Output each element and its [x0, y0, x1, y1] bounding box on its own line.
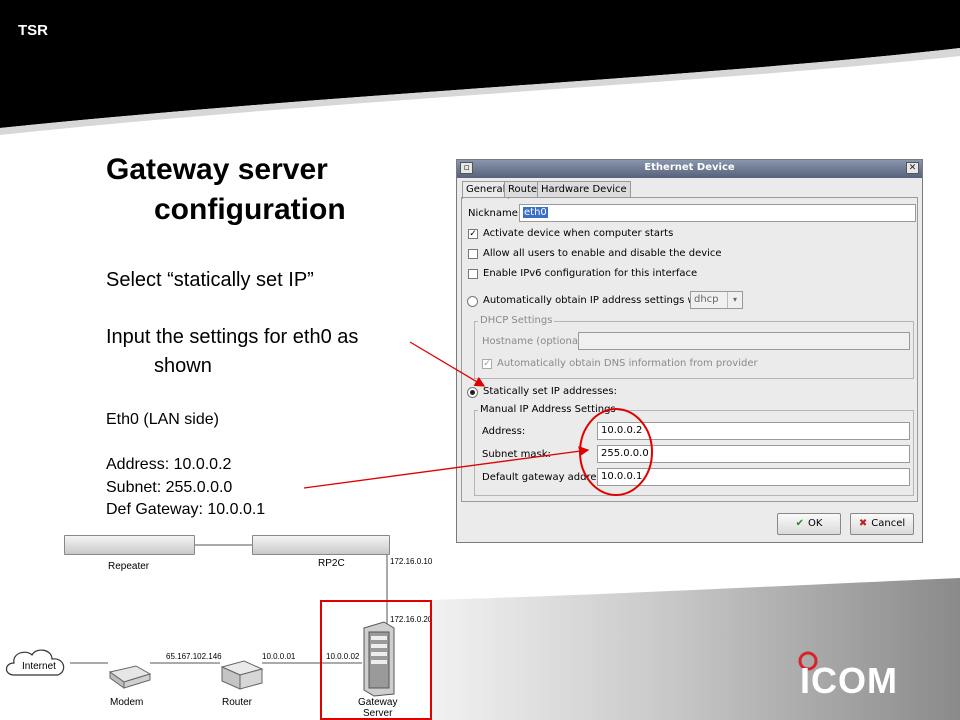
repeater-device-icon — [64, 535, 195, 555]
internet-label: Internet — [22, 661, 56, 672]
arrow-to-static-radio — [409, 341, 486, 387]
wan-ip-label: 65.167.102.146 — [166, 652, 222, 661]
router-icon — [220, 660, 264, 690]
highlight-ellipse — [579, 408, 653, 496]
rp2c-device-icon — [252, 535, 390, 555]
modem-label: Modem — [110, 697, 144, 708]
modem-icon — [108, 665, 152, 689]
repeater-label: Repeater — [108, 561, 150, 572]
brand-logo-text: ICOM — [800, 660, 898, 701]
router-label: Router — [222, 697, 253, 708]
gateway-server-highlight-box — [320, 600, 432, 720]
rp2c-ip-label: 172.16.0.10 — [390, 557, 433, 566]
router-lan-ip-label: 10.0.0.01 — [262, 652, 296, 661]
rp2c-label: RP2C — [318, 558, 345, 569]
arrow-to-ip-fields — [303, 446, 590, 489]
